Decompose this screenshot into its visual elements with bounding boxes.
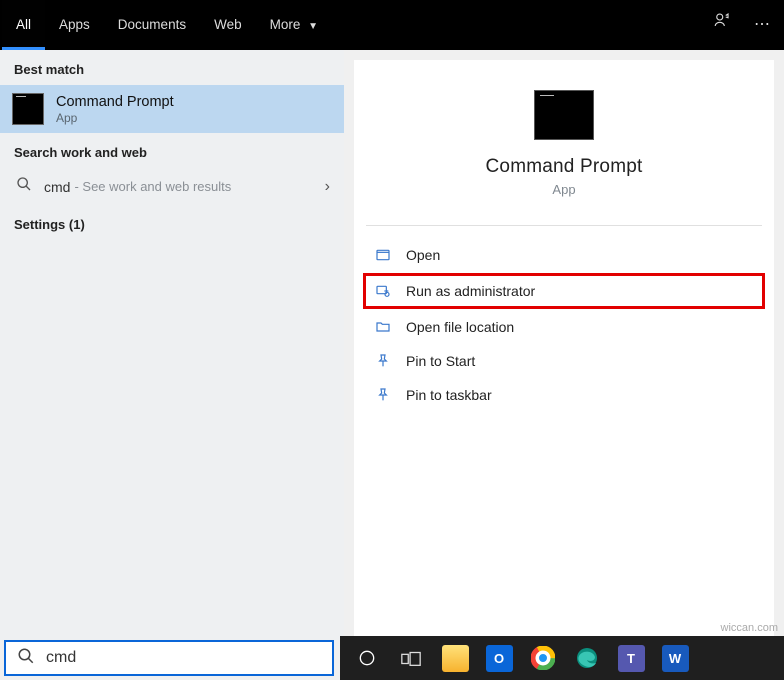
search-tabs: All Apps Documents Web More ▼ ⋯ <box>0 0 784 50</box>
action-label: Open file location <box>406 319 514 335</box>
file-explorer-icon[interactable] <box>434 638 476 678</box>
result-subtitle: App <box>56 111 174 125</box>
chevron-right-icon: › <box>325 178 330 196</box>
teams-icon[interactable]: T <box>610 638 652 678</box>
tab-documents[interactable]: Documents <box>104 0 200 50</box>
tab-apps[interactable]: Apps <box>45 0 104 50</box>
admin-icon <box>374 282 392 300</box>
preview-title: Command Prompt <box>486 156 643 178</box>
command-prompt-icon <box>534 90 594 140</box>
edge-icon[interactable] <box>566 638 608 678</box>
taskbar: O T W <box>340 636 784 680</box>
web-search-result[interactable]: cmd - See work and web results › <box>0 168 344 205</box>
results-panel: Best match Command Prompt App Search wor… <box>0 50 344 640</box>
action-label: Run as administrator <box>406 283 535 299</box>
search-icon <box>6 647 46 670</box>
taskview-icon[interactable] <box>390 638 432 678</box>
preview-panel: Command Prompt App Open Run as administr… <box>354 60 774 640</box>
action-label: Pin to Start <box>406 353 475 369</box>
chrome-icon[interactable] <box>522 638 564 678</box>
tab-all[interactable]: All <box>2 0 45 50</box>
divider <box>366 225 762 226</box>
best-match-label: Best match <box>0 50 344 85</box>
more-options-icon[interactable]: ⋯ <box>742 0 782 50</box>
action-pin-to-start[interactable]: Pin to Start <box>354 344 774 378</box>
open-icon <box>374 246 392 264</box>
word-icon[interactable]: W <box>654 638 696 678</box>
action-open[interactable]: Open <box>354 238 774 272</box>
pin-icon <box>374 352 392 370</box>
tab-web[interactable]: Web <box>200 0 256 50</box>
search-box[interactable] <box>4 640 334 676</box>
best-match-result[interactable]: Command Prompt App <box>0 85 344 133</box>
search-input[interactable] <box>46 649 332 667</box>
outlook-icon[interactable]: O <box>478 638 520 678</box>
action-open-file-location[interactable]: Open file location <box>354 310 774 344</box>
result-title: Command Prompt <box>56 94 174 110</box>
tab-more[interactable]: More ▼ <box>256 0 332 50</box>
preview-subtitle: App <box>552 182 575 197</box>
web-query-hint: - See work and web results <box>74 179 231 194</box>
pin-icon <box>374 386 392 404</box>
action-label: Open <box>406 247 440 263</box>
action-label: Pin to taskbar <box>406 387 492 403</box>
search-web-label: Search work and web <box>0 133 344 168</box>
tab-more-label: More <box>270 17 301 32</box>
action-pin-to-taskbar[interactable]: Pin to taskbar <box>354 378 774 412</box>
settings-label[interactable]: Settings (1) <box>0 205 344 240</box>
action-run-as-administrator[interactable]: Run as administrator <box>364 274 764 308</box>
search-icon <box>14 176 34 197</box>
command-prompt-icon <box>12 93 44 125</box>
chevron-down-icon: ▼ <box>308 21 318 32</box>
folder-icon <box>374 318 392 336</box>
web-query-text: cmd <box>44 179 70 195</box>
watermark: wiccan.com <box>721 622 778 634</box>
cortana-icon[interactable] <box>346 638 388 678</box>
feedback-icon[interactable] <box>702 0 742 50</box>
actions-list: Open Run as administrator Open file loca… <box>354 232 774 418</box>
